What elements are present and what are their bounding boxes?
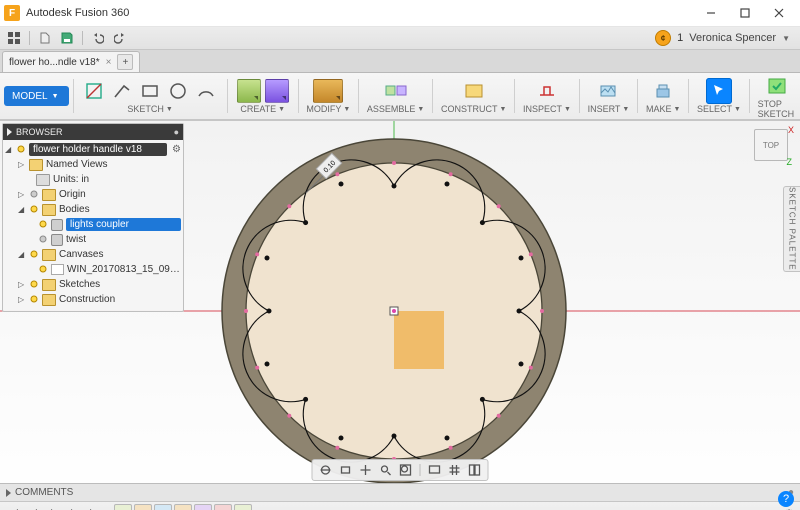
select-group-label[interactable]: SELECT xyxy=(697,104,732,114)
orbit-icon[interactable] xyxy=(317,462,335,478)
timeline-end[interactable] xyxy=(86,505,102,510)
inspect-group-label[interactable]: INSPECT xyxy=(523,104,562,114)
tree-construction[interactable]: ▷Construction xyxy=(5,292,181,307)
tree-canvas-item[interactable]: WIN_20170813_15_09_39_Pro xyxy=(5,262,181,277)
quick-access-bar: ¢ 1 Veronica Spencer ▼ xyxy=(0,27,800,50)
workspace: TOP X Z xyxy=(0,120,800,501)
pan-icon[interactable] xyxy=(357,462,375,478)
timeline-feature[interactable] xyxy=(174,504,192,510)
modify-group-label[interactable]: MODIFY xyxy=(306,104,341,114)
timeline-feature[interactable] xyxy=(234,504,252,510)
workspace-label: MODEL xyxy=(12,91,48,102)
create-group-label[interactable]: CREATE xyxy=(240,104,276,114)
tree-root-label: flower holder handle v18 xyxy=(29,143,167,156)
tree-canvases[interactable]: ◢Canvases xyxy=(5,247,181,262)
create-primitive-icon[interactable] xyxy=(264,78,290,104)
comments-collapse-icon[interactable] xyxy=(6,489,11,497)
rectangle-tool-icon[interactable] xyxy=(137,78,163,104)
timeline-settings-icon[interactable]: ⚙ xyxy=(784,507,794,510)
fit-icon[interactable] xyxy=(397,462,415,478)
workspace-switcher[interactable]: MODEL ▼ xyxy=(4,86,69,106)
timeline-feature[interactable] xyxy=(194,504,212,510)
timeline-prev[interactable] xyxy=(26,505,42,510)
browser-panel: BROWSER ● ◢ flower holder handle v18 ⚙ ▷… xyxy=(2,123,184,312)
browser-tree: ◢ flower holder handle v18 ⚙ ▷Named View… xyxy=(3,140,183,311)
insert-group-label[interactable]: INSERT xyxy=(588,104,621,114)
tree-body-twist[interactable]: twist xyxy=(5,232,181,247)
zoom-icon[interactable] xyxy=(377,462,395,478)
tree-units[interactable]: Units: in xyxy=(5,172,181,187)
doc-tab-label: flower ho...ndle v18* xyxy=(9,57,100,68)
file-menu[interactable] xyxy=(35,29,55,47)
create-extrude-icon[interactable] xyxy=(236,78,262,104)
stop-sketch-icon[interactable] xyxy=(760,73,794,99)
browser-title: BROWSER xyxy=(16,127,63,137)
timeline-feature[interactable] xyxy=(134,504,152,510)
app-title: Autodesk Fusion 360 xyxy=(26,7,129,19)
timeline-play[interactable] xyxy=(46,505,62,510)
user-name[interactable]: Veronica Spencer xyxy=(689,32,776,44)
timeline-start[interactable] xyxy=(6,505,22,510)
circle-tool-icon[interactable] xyxy=(165,78,191,104)
tree-origin[interactable]: ▷Origin xyxy=(5,187,181,202)
browser-header[interactable]: BROWSER ● xyxy=(3,124,183,140)
help-button[interactable]: ? xyxy=(778,491,794,507)
tree-named-views[interactable]: ▷Named Views xyxy=(5,157,181,172)
window-maximize[interactable] xyxy=(728,2,762,24)
tree-root-settings-icon[interactable]: ⚙ xyxy=(172,144,181,155)
titlebar: F Autodesk Fusion 360 xyxy=(0,0,800,27)
ribbon-toolbar: MODEL ▼ SKETCH▼ CREATE▼ MODIFY▼ ASSEMBLE… xyxy=(0,73,800,120)
assemble-group-label[interactable]: ASSEMBLE xyxy=(367,104,416,114)
sketch-palette-tab[interactable]: SKETCH PALETTE xyxy=(783,186,800,272)
document-tabs: flower ho...ndle v18* × + xyxy=(0,50,800,73)
timeline-feature[interactable] xyxy=(154,504,172,510)
line-tool-icon[interactable] xyxy=(109,78,135,104)
browser-collapse-icon[interactable] xyxy=(7,128,12,136)
new-tab-button[interactable]: + xyxy=(117,54,133,70)
timeline-feature[interactable] xyxy=(214,504,232,510)
sketch-group-label[interactable]: SKETCH xyxy=(127,104,164,114)
cloud-credits-icon[interactable]: ¢ xyxy=(655,30,671,46)
timeline-next[interactable] xyxy=(66,505,82,510)
grid-settings-icon[interactable] xyxy=(446,462,464,478)
make-group-label[interactable]: MAKE xyxy=(646,104,672,114)
viewport-settings-icon[interactable] xyxy=(466,462,484,478)
inspect-icon[interactable] xyxy=(534,78,560,104)
select-icon[interactable] xyxy=(706,78,732,104)
navigation-bar xyxy=(312,459,489,481)
data-panel-button[interactable] xyxy=(4,29,24,47)
comments-label: COMMENTS xyxy=(15,487,73,498)
insert-icon[interactable] xyxy=(595,78,621,104)
arc-tool-icon[interactable] xyxy=(193,78,219,104)
construct-icon[interactable] xyxy=(457,78,491,104)
palette-label: SKETCH PALETTE xyxy=(788,187,797,271)
user-menu-chevron[interactable]: ▼ xyxy=(782,34,790,43)
look-at-icon[interactable] xyxy=(337,462,355,478)
window-minimize[interactable] xyxy=(694,2,728,24)
app-icon: F xyxy=(4,5,20,21)
tree-bodies[interactable]: ◢Bodies xyxy=(5,202,181,217)
timeline-feature[interactable] xyxy=(114,504,132,510)
stop-sketch-label: STOP SKETCH xyxy=(758,99,796,119)
doc-tab[interactable]: flower ho...ndle v18* × + xyxy=(2,51,140,72)
tree-root[interactable]: ◢ flower holder handle v18 ⚙ xyxy=(5,142,181,157)
display-settings-icon[interactable] xyxy=(426,462,444,478)
close-tab-icon[interactable]: × xyxy=(106,57,112,68)
construct-group-label[interactable]: CONSTRUCT xyxy=(441,104,498,114)
timeline: ⚙ xyxy=(0,501,800,510)
credits-value: 1 xyxy=(677,32,683,44)
browser-pin-icon[interactable]: ● xyxy=(174,127,179,137)
make-icon[interactable] xyxy=(650,78,676,104)
tree-body-lights-coupler[interactable]: lights coupler xyxy=(5,217,181,232)
tree-sketches[interactable]: ▷Sketches xyxy=(5,277,181,292)
redo-button[interactable] xyxy=(110,29,130,47)
sketch-create-icon[interactable] xyxy=(81,78,107,104)
timeline-features xyxy=(114,504,252,510)
window-close[interactable] xyxy=(762,2,796,24)
save-button[interactable] xyxy=(57,29,77,47)
undo-button[interactable] xyxy=(88,29,108,47)
modify-icon[interactable] xyxy=(311,78,345,104)
comments-bar[interactable]: COMMENTS ● xyxy=(0,483,800,501)
assemble-icon[interactable] xyxy=(379,78,413,104)
